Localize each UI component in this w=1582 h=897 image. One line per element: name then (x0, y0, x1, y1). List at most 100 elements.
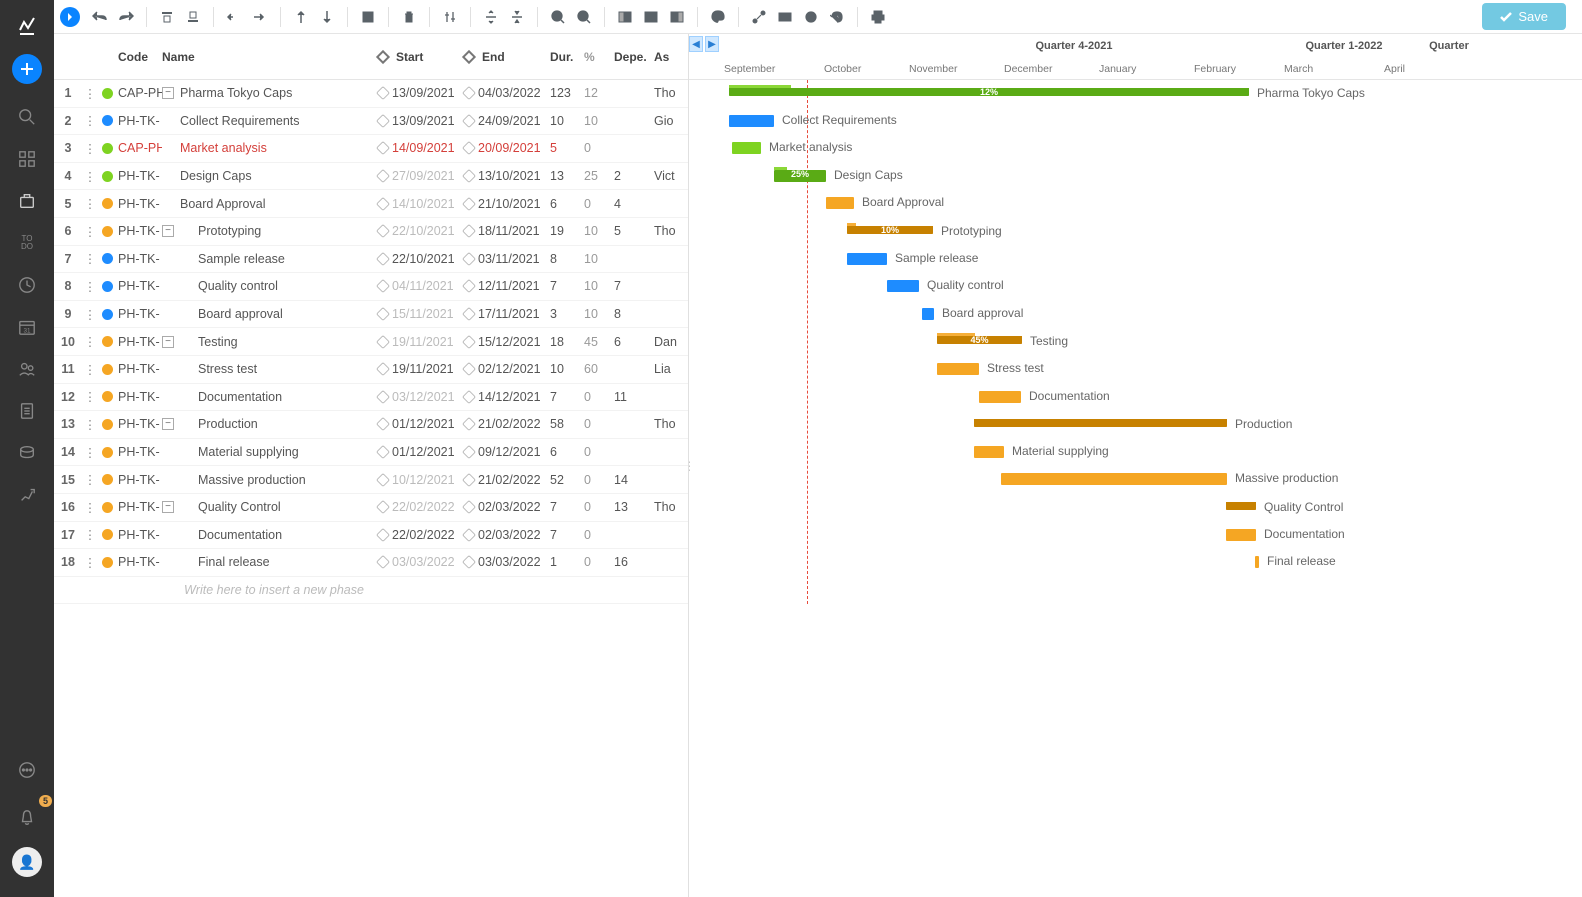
user-avatar[interactable]: 👤 (12, 847, 42, 877)
task-code[interactable]: PH-TK- (116, 169, 162, 183)
gantt-bar[interactable]: Material supplying (974, 446, 1004, 458)
task-row[interactable]: 2⋮PH-TK-Collect Requirements13/09/202124… (54, 108, 688, 136)
end-milestone-checkbox[interactable] (462, 390, 476, 404)
gantt-bar[interactable]: Massive production (1001, 473, 1227, 485)
dependency[interactable]: 11 (614, 390, 654, 404)
status-dot[interactable] (98, 419, 116, 430)
drag-handle[interactable]: ⋮ (82, 362, 98, 377)
start-date[interactable]: 10/12/2021 (378, 473, 464, 487)
gantt-row[interactable]: Prototyping10% (689, 218, 1582, 246)
dependency[interactable]: 16 (614, 555, 654, 569)
task-code[interactable]: PH-TK- (116, 114, 162, 128)
gantt-row[interactable]: Quality Control (689, 494, 1582, 522)
task-name-cell[interactable]: −Testing (162, 335, 378, 349)
gantt-bar[interactable]: Pharma Tokyo Caps12% (729, 88, 1249, 96)
gantt-bar[interactable]: Documentation (1226, 529, 1256, 541)
task-code[interactable]: PH-TK- (116, 252, 162, 266)
gantt-row[interactable]: Board approval (689, 301, 1582, 329)
duration[interactable]: 19 (550, 224, 584, 238)
end-date[interactable]: 02/03/2022 (464, 528, 550, 542)
percent[interactable]: 0 (584, 141, 614, 155)
percent[interactable]: 12 (584, 86, 614, 100)
gantt-row[interactable]: Design Caps25% (689, 163, 1582, 191)
task-row[interactable]: 5⋮PH-TK-Board Approval14/10/202121/10/20… (54, 190, 688, 218)
redo-button[interactable] (114, 5, 138, 29)
task-row[interactable]: 7⋮PH-TK-Sample release22/10/202103/11/20… (54, 246, 688, 274)
status-dot[interactable] (98, 88, 116, 99)
expand-toggle[interactable]: − (162, 225, 174, 237)
baseline-button[interactable] (773, 5, 797, 29)
end-date[interactable]: 24/09/2021 (464, 114, 550, 128)
gantt-row[interactable]: Sample release (689, 246, 1582, 274)
start-milestone-checkbox[interactable] (376, 473, 390, 487)
gantt-bar[interactable]: Board approval (922, 308, 934, 320)
start-date[interactable]: 22/02/2022 (378, 500, 464, 514)
start-date[interactable]: 19/11/2021 (378, 362, 464, 376)
header-dep[interactable]: Depe. (614, 50, 654, 64)
percent[interactable]: 0 (584, 445, 614, 459)
end-date[interactable]: 20/09/2021 (464, 141, 550, 155)
end-milestone-checkbox[interactable] (462, 528, 476, 542)
duration[interactable]: 6 (550, 445, 584, 459)
start-date[interactable]: 01/12/2021 (378, 445, 464, 459)
history-button[interactable] (825, 5, 849, 29)
task-code[interactable]: PH-TK- (116, 362, 162, 376)
task-name-cell[interactable]: Quality control (162, 279, 378, 293)
expand-toggle[interactable]: − (162, 501, 174, 513)
assignee[interactable]: Dan (654, 335, 688, 349)
assignee[interactable]: Vict (654, 169, 688, 183)
gantt-bar[interactable]: Collect Requirements (729, 115, 774, 127)
duration[interactable]: 3 (550, 307, 584, 321)
gantt-bar[interactable]: Sample release (847, 253, 887, 265)
percent[interactable]: 10 (584, 307, 614, 321)
gantt-bar[interactable]: Board Approval (826, 197, 854, 209)
start-milestone-checkbox[interactable] (376, 445, 390, 459)
end-date[interactable]: 21/02/2022 (464, 473, 550, 487)
header-start[interactable]: Start (378, 50, 464, 64)
end-date[interactable]: 03/03/2022 (464, 555, 550, 569)
start-milestone-checkbox[interactable] (376, 86, 390, 100)
end-date[interactable]: 21/10/2021 (464, 197, 550, 211)
percent[interactable]: 0 (584, 528, 614, 542)
end-milestone-checkbox[interactable] (462, 114, 476, 128)
percent[interactable]: 10 (584, 279, 614, 293)
task-name-cell[interactable]: Design Caps (162, 169, 378, 183)
start-milestone-checkbox[interactable] (376, 279, 390, 293)
drag-handle[interactable]: ⋮ (82, 500, 98, 515)
gantt-row[interactable]: Collect Requirements (689, 108, 1582, 136)
drag-handle[interactable]: ⋮ (82, 251, 98, 266)
gantt-row[interactable]: Testing45% (689, 328, 1582, 356)
critical-path-button[interactable] (747, 5, 771, 29)
drag-handle[interactable]: ⋮ (82, 307, 98, 322)
duration[interactable]: 1 (550, 555, 584, 569)
start-milestone-checkbox[interactable] (376, 114, 390, 128)
status-dot[interactable] (98, 143, 116, 154)
start-milestone-checkbox[interactable] (376, 362, 390, 376)
task-row[interactable]: 16⋮PH-TK-−Quality Control22/02/202202/03… (54, 494, 688, 522)
header-asg[interactable]: As (654, 50, 688, 64)
end-date[interactable]: 13/10/2021 (464, 169, 550, 183)
end-date[interactable]: 15/12/2021 (464, 335, 550, 349)
start-date[interactable]: 14/09/2021 (378, 141, 464, 155)
percent[interactable]: 25 (584, 169, 614, 183)
start-milestone-checkbox[interactable] (376, 528, 390, 542)
percent[interactable]: 60 (584, 362, 614, 376)
indent-button[interactable] (248, 5, 272, 29)
time-icon[interactable] (8, 266, 46, 304)
drag-handle[interactable]: ⋮ (82, 279, 98, 294)
end-milestone-checkbox[interactable] (462, 224, 476, 238)
print-button[interactable] (866, 5, 890, 29)
end-milestone-checkbox[interactable] (462, 197, 476, 211)
percent[interactable]: 0 (584, 197, 614, 211)
drag-handle[interactable]: ⋮ (82, 224, 98, 239)
collapse-all-button[interactable] (505, 5, 529, 29)
task-name-cell[interactable]: Stress test (162, 362, 378, 376)
end-milestone-checkbox[interactable] (462, 169, 476, 183)
end-date[interactable]: 18/11/2021 (464, 224, 550, 238)
end-date[interactable]: 14/12/2021 (464, 390, 550, 404)
start-date[interactable]: 03/12/2021 (378, 390, 464, 404)
task-name-cell[interactable]: Documentation (162, 390, 378, 404)
task-code[interactable]: PH-TK- (116, 307, 162, 321)
task-row[interactable]: 9⋮PH-TK-Board approval15/11/202117/11/20… (54, 301, 688, 329)
status-dot[interactable] (98, 557, 116, 568)
